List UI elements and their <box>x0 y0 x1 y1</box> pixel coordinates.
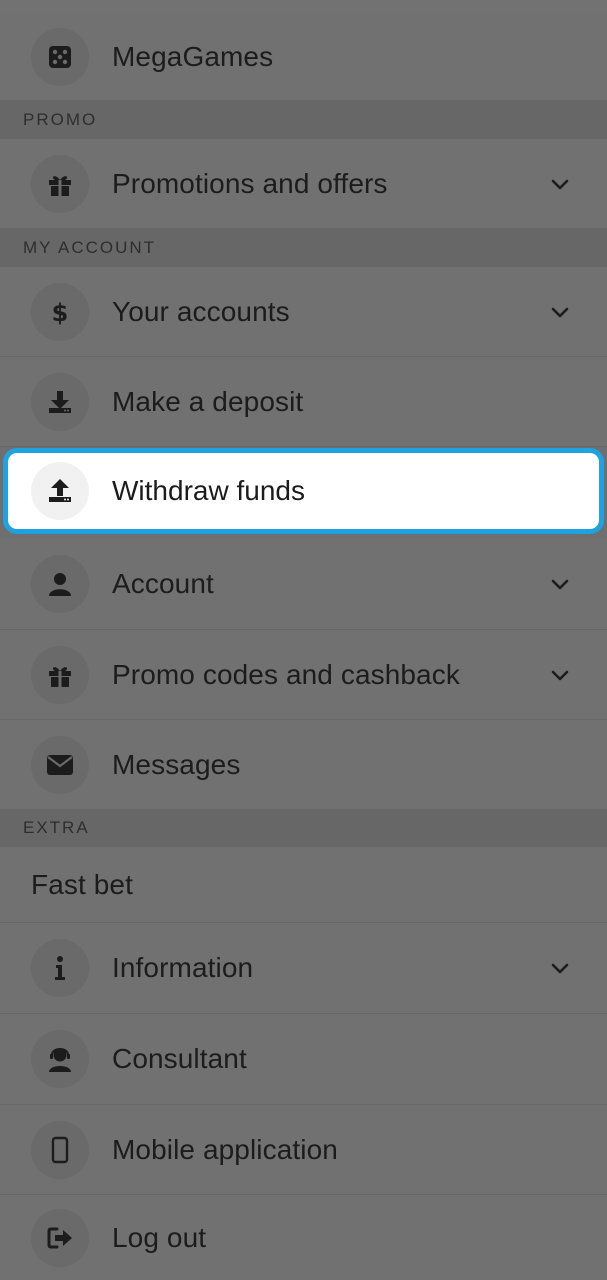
chevron-down-icon[interactable] <box>548 572 572 596</box>
dollar-icon: $ <box>31 282 89 341</box>
top-strip <box>0 0 607 14</box>
section-header-my-account: MY ACCOUNT <box>0 229 607 267</box>
smartphone-icon <box>31 1120 89 1179</box>
chevron-down-icon[interactable] <box>548 663 572 687</box>
menu-item-label: Mobile application <box>112 1133 338 1165</box>
menu-item-label: Information <box>112 952 254 983</box>
menu-item-withdraw-funds[interactable]: Withdraw funds <box>3 448 604 534</box>
headset-user-icon <box>31 1030 89 1088</box>
menu-item-label: Fast bet <box>31 868 133 900</box>
menu-item-label: Log out <box>112 1221 207 1253</box>
section-header-extra: EXTRA <box>0 809 607 847</box>
menu-item-promo-codes[interactable]: Promo codes and cashback <box>0 630 607 720</box>
menu-item-label: Your accounts <box>112 295 290 327</box>
user-icon <box>31 555 89 613</box>
chevron-down-icon[interactable] <box>548 956 572 980</box>
menu-item-label: Promotions and offers <box>112 167 388 199</box>
menu-item-promotions[interactable]: Promotions and offers <box>0 139 607 229</box>
menu-item-messages[interactable]: Messages <box>0 720 607 809</box>
info-icon <box>31 939 89 997</box>
menu-item-account[interactable]: Account <box>0 539 607 630</box>
menu-item-fast-bet[interactable]: Fast bet <box>0 847 607 923</box>
chevron-down-icon[interactable] <box>548 172 572 196</box>
menu-item-label: Withdraw funds <box>112 475 305 506</box>
sign-out-icon <box>31 1208 89 1267</box>
menu-item-label: Promo codes and cashback <box>112 658 460 690</box>
menu-item-your-accounts[interactable]: $ Your accounts <box>0 267 607 357</box>
menu-item-label: Messages <box>112 748 241 780</box>
download-icon <box>31 372 89 431</box>
menu-item-information[interactable]: Information <box>0 923 607 1014</box>
chevron-down-icon[interactable] <box>548 300 572 324</box>
side-menu: MegaGames PROMO Promotions and offers MY… <box>0 0 607 1280</box>
highlight-inner: Withdraw funds <box>8 453 599 529</box>
menu-item-label: Consultant <box>112 1043 247 1074</box>
menu-item-make-deposit[interactable]: Make a deposit <box>0 357 607 447</box>
menu-item-label: Account <box>112 568 214 599</box>
menu-item-log-out[interactable]: Log out <box>0 1195 607 1280</box>
gift-icon <box>31 154 89 213</box>
section-header-promo: PROMO <box>0 101 607 139</box>
menu-item-mobile-app[interactable]: Mobile application <box>0 1105 607 1195</box>
menu-item-label: Make a deposit <box>112 385 304 417</box>
menu-item-consultant[interactable]: Consultant <box>0 1014 607 1105</box>
menu-item-label: MegaGames <box>112 41 274 72</box>
upload-icon <box>31 462 89 520</box>
svg-text:$: $ <box>52 299 69 326</box>
dice-icon <box>31 28 89 86</box>
gift-icon <box>31 645 89 704</box>
menu-item-megagames[interactable]: MegaGames <box>0 14 607 101</box>
envelope-icon <box>31 735 89 794</box>
